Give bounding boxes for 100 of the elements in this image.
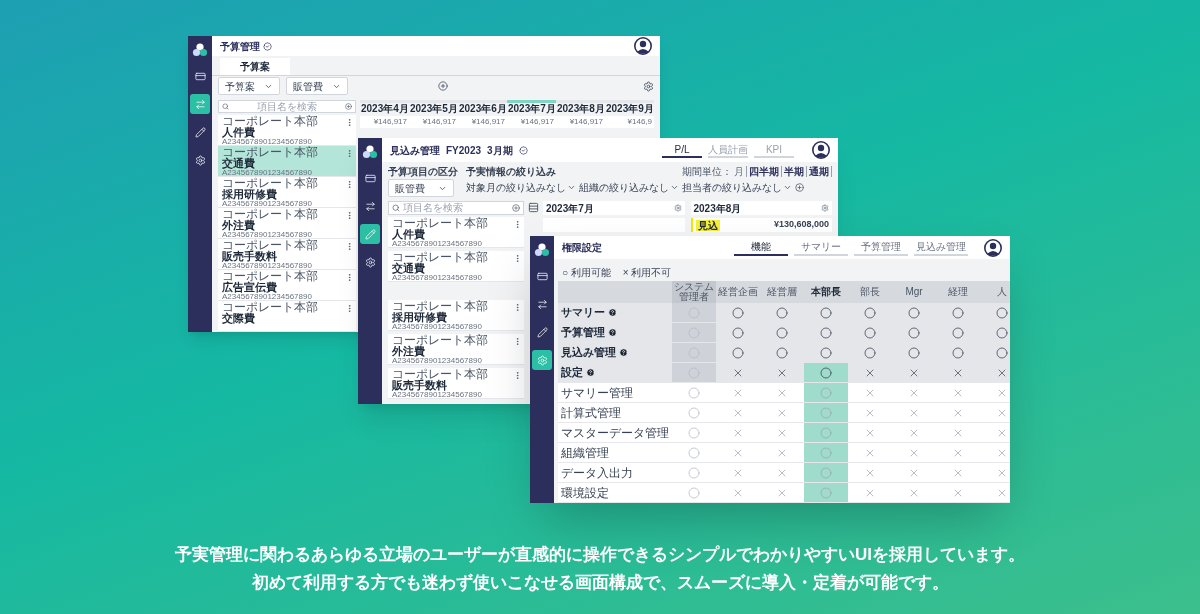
circle-icon[interactable] <box>996 306 1008 319</box>
list-item[interactable]: コーポレート本部 採用研修費 A2345678901234567890 <box>218 177 356 208</box>
settings-icon[interactable] <box>673 204 682 212</box>
more-icon[interactable] <box>513 337 522 346</box>
circle-icon[interactable] <box>820 306 832 319</box>
list-item[interactable]: コーポレート本部 人件費 A2345678901234567890 <box>218 115 356 146</box>
column-header: 本部長 <box>810 285 842 299</box>
column-header: 経理 <box>947 285 969 299</box>
list-item[interactable]: コーポレート本部 交通費 A2345678901234567890 <box>218 146 356 177</box>
more-icon[interactable] <box>345 180 354 189</box>
circle-icon[interactable] <box>864 346 876 359</box>
more-icon[interactable] <box>513 254 522 263</box>
card-icon <box>194 70 206 82</box>
circle-icon[interactable] <box>908 346 920 359</box>
filter-dropdown[interactable]: 担当者の絞り込みなし <box>682 180 792 195</box>
more-icon[interactable] <box>345 118 354 127</box>
help-icon[interactable] <box>619 348 628 357</box>
org-label: コーポレート本部 <box>392 334 488 346</box>
avatar-icon[interactable] <box>984 238 1002 257</box>
list-item[interactable]: コーポレート本部 交際費 <box>218 301 356 332</box>
tab[interactable]: 予算管理 <box>854 239 908 256</box>
list-item[interactable]: コーポレート本部 外注費 A2345678901234567890 <box>388 334 524 365</box>
period-option[interactable]: 月 <box>732 166 747 177</box>
tab[interactable]: 見込み管理 <box>914 239 968 256</box>
search-icon <box>222 103 229 110</box>
help-icon[interactable] <box>586 368 595 377</box>
circle-icon[interactable] <box>732 346 744 359</box>
circle-icon[interactable] <box>820 326 832 339</box>
list-item[interactable]: コーポレート本部 販売手数料 A2345678901234567890 <box>388 368 524 399</box>
circle-icon[interactable] <box>908 306 920 319</box>
logo-icon <box>192 42 208 58</box>
more-icon[interactable] <box>345 149 354 158</box>
arrows-icon <box>194 98 206 110</box>
more-icon[interactable] <box>345 211 354 220</box>
tab[interactable]: サマリー <box>794 239 848 256</box>
more-icon[interactable] <box>513 220 522 229</box>
circle-icon[interactable] <box>952 346 964 359</box>
help-icon[interactable] <box>608 308 617 317</box>
circle-icon[interactable] <box>820 366 832 379</box>
check-badge-icon <box>263 41 272 51</box>
circle-icon[interactable] <box>776 326 788 339</box>
item-name: 採用研修費 <box>222 189 277 200</box>
tab[interactable]: P/L <box>662 142 702 158</box>
filter-dropdown[interactable]: 組織の絞り込みなし <box>579 180 679 195</box>
circle-icon[interactable] <box>996 346 1008 359</box>
pencil-icon <box>194 126 206 138</box>
period-option[interactable]: 四半期 <box>747 166 782 177</box>
forecast-tag: 見込 <box>695 219 720 231</box>
check-badge-icon <box>518 145 528 155</box>
item-code: A2345678901234567890 <box>222 138 312 146</box>
list-item[interactable]: コーポレート本部 人件費 A2345678901234567890 <box>388 217 524 248</box>
row-label: 設定 <box>561 365 583 381</box>
avatar-icon[interactable] <box>634 37 652 55</box>
circle-icon[interactable] <box>732 326 744 339</box>
month-value: ¥146,917 <box>409 116 458 128</box>
add-icon[interactable] <box>512 204 520 212</box>
circle-icon[interactable] <box>776 306 788 319</box>
item-name: 販売手数料 <box>392 380 447 391</box>
add-icon[interactable] <box>795 183 804 192</box>
circle-icon[interactable] <box>908 326 920 339</box>
search-icon <box>392 204 400 212</box>
search-placeholder: 項目名を検索 <box>403 203 464 213</box>
table-view-icon[interactable] <box>528 202 539 213</box>
more-icon[interactable] <box>345 273 354 282</box>
circle-icon[interactable] <box>952 306 964 319</box>
more-icon[interactable] <box>345 242 354 251</box>
settings-icon[interactable] <box>821 204 829 212</box>
tab[interactable]: 予算案 <box>220 58 290 75</box>
help-icon[interactable] <box>608 328 617 337</box>
dropdown[interactable]: 販管費 <box>388 179 454 197</box>
list-item[interactable]: コーポレート本部 採用研修費 A2345678901234567890 <box>388 300 524 331</box>
more-icon[interactable] <box>345 304 354 313</box>
settings-icon[interactable] <box>643 80 654 92</box>
list-item[interactable]: コーポレート本部 広告宣伝費 A2345678901234567890 <box>218 270 356 301</box>
circle-icon[interactable] <box>864 326 876 339</box>
avatar-icon[interactable] <box>812 141 830 159</box>
circle-icon[interactable] <box>820 346 832 359</box>
tab[interactable]: 機能 <box>734 239 788 256</box>
more-icon[interactable] <box>513 371 522 380</box>
circle-icon[interactable] <box>732 306 744 319</box>
add-icon[interactable] <box>438 81 448 91</box>
month-value: ¥146,917 <box>458 116 507 128</box>
filter-dropdown[interactable]: 対象月の絞り込みなし <box>466 180 576 195</box>
dropdown[interactable]: 販管費 <box>286 77 348 95</box>
list-item[interactable]: コーポレート本部 販売手数料 A2345678901234567890 <box>218 239 356 270</box>
list-item[interactable]: コーポレート本部 交通費 A2345678901234567890 <box>388 251 524 282</box>
add-icon[interactable] <box>345 103 352 110</box>
circle-icon[interactable] <box>776 346 788 359</box>
column-header: システム管理者 <box>672 281 716 303</box>
month-value: ¥146,917 <box>360 116 409 128</box>
org-label: コーポレート本部 <box>392 368 488 380</box>
circle-icon[interactable] <box>996 326 1008 339</box>
circle-icon[interactable] <box>952 326 964 339</box>
list-item[interactable]: コーポレート本部 外注費 A2345678901234567890 <box>218 208 356 239</box>
dropdown[interactable]: 予算案 <box>218 77 280 95</box>
more-icon[interactable] <box>513 303 522 312</box>
nav-item[interactable] <box>532 350 552 370</box>
period-option[interactable]: 通期 <box>807 166 832 177</box>
period-option[interactable]: 半期 <box>782 166 807 177</box>
circle-icon[interactable] <box>864 306 876 319</box>
